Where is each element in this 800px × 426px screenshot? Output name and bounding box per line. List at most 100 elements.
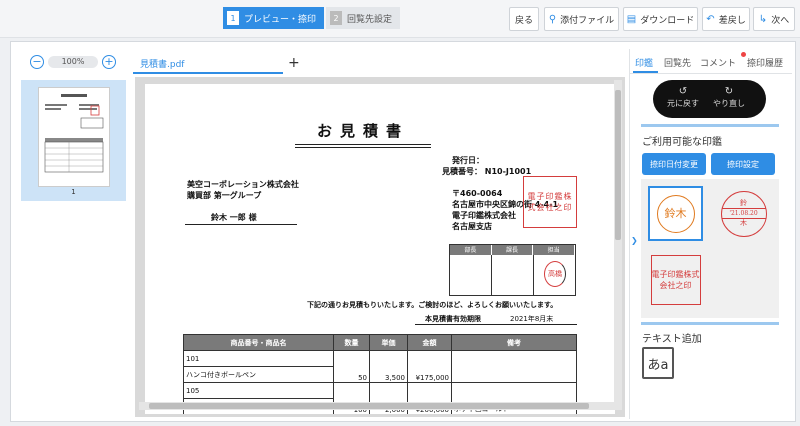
zoom-out-button[interactable]: − — [30, 55, 44, 69]
product-code: 101 — [183, 350, 334, 367]
step-preview[interactable]: 1 プレビュー・捺印 — [223, 7, 325, 29]
horizontal-scrollbar[interactable] — [139, 402, 615, 410]
step-circulation[interactable]: 2 回覧先設定 — [326, 7, 401, 29]
note-cell — [451, 350, 577, 383]
date-seal: 鈴 '21.08.20 木 — [720, 190, 767, 237]
quantity-cell: 50 — [333, 350, 370, 383]
undo-arrow-icon: ↶ — [706, 13, 715, 25]
text-add-icon[interactable]: あa — [642, 347, 674, 379]
undo-redo-control: ↺ 元に戻す ↻ やり直し — [653, 80, 766, 118]
page-thumbnail[interactable]: 1 — [21, 80, 126, 201]
notification-dot — [741, 52, 746, 57]
validity-value: 2021年8月末 — [510, 315, 554, 323]
table-row: 101 50 3,500 ¥175,000 — [183, 350, 577, 383]
undo-icon: ↺ — [678, 86, 688, 97]
approval-box: 部長 課長 担当 高橋 — [449, 244, 576, 296]
next-button[interactable]: ↳ 次へ — [753, 7, 795, 31]
tab-seal-history[interactable]: 捺印履歴 — [747, 56, 783, 69]
return-button[interactable]: ↶ 差戻し — [702, 7, 750, 31]
undo-label: 元に戻す — [667, 99, 699, 108]
table-header: 単価 — [369, 334, 408, 351]
seal-option-date[interactable]: 鈴 '21.08.20 木 — [716, 186, 771, 241]
price-cell: 3,500 — [369, 350, 408, 383]
company-seal: 電子印鑑株式会社之印 — [650, 254, 701, 305]
tab-separator — [629, 73, 792, 74]
date-seal-top: 鈴 — [740, 199, 747, 207]
tab-circulation[interactable]: 回覧先 — [664, 56, 691, 69]
collapse-panel-arrow-icon[interactable]: ❯ — [631, 236, 638, 245]
seal-option-suzuki[interactable]: 鈴木 — [648, 186, 703, 241]
step-label: プレビュー・捺印 — [244, 14, 317, 25]
horizontal-scroll-thumb[interactable] — [149, 403, 589, 409]
table-header: 金額 — [407, 334, 452, 351]
attach-label: 添付ファイル — [560, 15, 615, 26]
client-department: 購買部 第一グループ — [187, 191, 262, 200]
redo-button[interactable]: ↻ やり直し — [709, 86, 749, 109]
download-icon: ▤ — [626, 13, 637, 25]
product-name: ハンコ付きボールペン — [183, 366, 334, 383]
step-indicator: 1 プレビュー・捺印 2 回覧先設定 — [223, 7, 401, 29]
approval-stamp[interactable]: 高橋 — [544, 261, 566, 287]
download-label: ダウンロード — [640, 15, 695, 26]
validity-underline — [415, 324, 577, 325]
add-tab-button[interactable]: + — [288, 54, 302, 72]
next-label: 次へ — [771, 15, 790, 26]
estimate-number: 見積番号： N10-J1001 — [442, 167, 532, 176]
download-button[interactable]: ▤ ダウンロード — [623, 7, 698, 31]
section-divider — [641, 322, 779, 325]
change-date-button[interactable]: 捺印日付変更 — [642, 153, 706, 175]
document-page: お見積書 発行日： 見積番号： N10-J1001 美空コーポレーション株式会社… — [145, 84, 615, 414]
next-arrow-icon: ↳ — [758, 13, 768, 25]
approval-header: 課長 — [492, 245, 534, 255]
section-divider — [641, 124, 779, 127]
approval-cell[interactable] — [492, 255, 534, 295]
vendor-seal-stamp[interactable]: 電子印鑑株式会社之印 — [523, 176, 577, 228]
date-seal-date: '21.08.20 — [721, 208, 766, 219]
round-seal: 鈴木 — [656, 194, 695, 233]
table-header: 数量 — [333, 334, 370, 351]
validity-label: 本見積書有効期限 — [425, 315, 481, 323]
document-viewer[interactable]: お見積書 発行日： 見積番号： N10-J1001 美空コーポレーション株式会社… — [135, 77, 625, 417]
thumbnail-page-number: 1 — [71, 188, 76, 196]
file-tab[interactable]: 見積書.pdf — [133, 54, 283, 74]
undo-button[interactable]: ↺ 元に戻す — [663, 86, 703, 109]
step-label: 回覧先設定 — [347, 14, 393, 25]
issue-date-label: 発行日： — [452, 156, 484, 165]
available-seals-title: ご利用可能な印鑑 — [642, 137, 722, 148]
seal-list: 鈴木 鈴 '21.08.20 木 電子印鑑株式会社之印 — [641, 179, 779, 318]
vertical-scrollbar[interactable] — [614, 80, 622, 410]
seal-settings-button[interactable]: 捺印設定 — [711, 153, 775, 175]
text-add-title: テキスト追加 — [642, 334, 702, 345]
zoom-level: 100% — [48, 56, 98, 68]
tab-comment[interactable]: コメント — [700, 56, 736, 69]
redo-icon: ↻ — [724, 86, 734, 97]
zoom-in-button[interactable]: + — [102, 55, 116, 69]
table-row: 105 100 2,000 ¥200,000 ボディ色ゴールド — [183, 382, 577, 414]
zoom-control: − 100% + — [30, 54, 120, 70]
redo-label: やり直し — [713, 99, 745, 108]
vendor-branch: 名古屋支店 — [452, 222, 492, 231]
paperclip-icon: ⚲ — [548, 13, 557, 25]
date-seal-bottom: 木 — [740, 219, 747, 227]
product-code: 105 — [183, 382, 334, 399]
greeting-text: 下記の通りお見積もりいたします。ご検討のほど、よろしくお願いいたします。 — [307, 301, 558, 309]
document-title: お見積書 — [316, 122, 409, 140]
client-person: 鈴木 一郎 様 — [211, 213, 257, 222]
title-underline — [295, 144, 431, 148]
amount-cell: ¥175,000 — [407, 350, 452, 383]
approval-header: 部長 — [450, 245, 492, 255]
thumbnail-document-graphic — [44, 94, 104, 173]
approval-cell[interactable]: 高橋 — [534, 255, 575, 295]
vendor-postal: 〒460-0064 — [452, 189, 503, 198]
return-label: 差戻し — [718, 15, 746, 26]
tab-seal[interactable]: 印鑑 — [635, 56, 653, 69]
attach-button[interactable]: ⚲ 添付ファイル — [544, 7, 619, 31]
seal-option-company[interactable]: 電子印鑑株式会社之印 — [648, 252, 703, 307]
thumbnail-page-preview — [38, 87, 110, 187]
approval-cell[interactable] — [450, 255, 492, 295]
back-label: 戻る — [514, 15, 533, 26]
vertical-scroll-thumb[interactable] — [615, 90, 621, 240]
client-company: 美空コーポレーション株式会社 — [187, 180, 299, 189]
back-button[interactable]: 戻る — [509, 7, 539, 31]
step-number: 2 — [330, 11, 343, 25]
